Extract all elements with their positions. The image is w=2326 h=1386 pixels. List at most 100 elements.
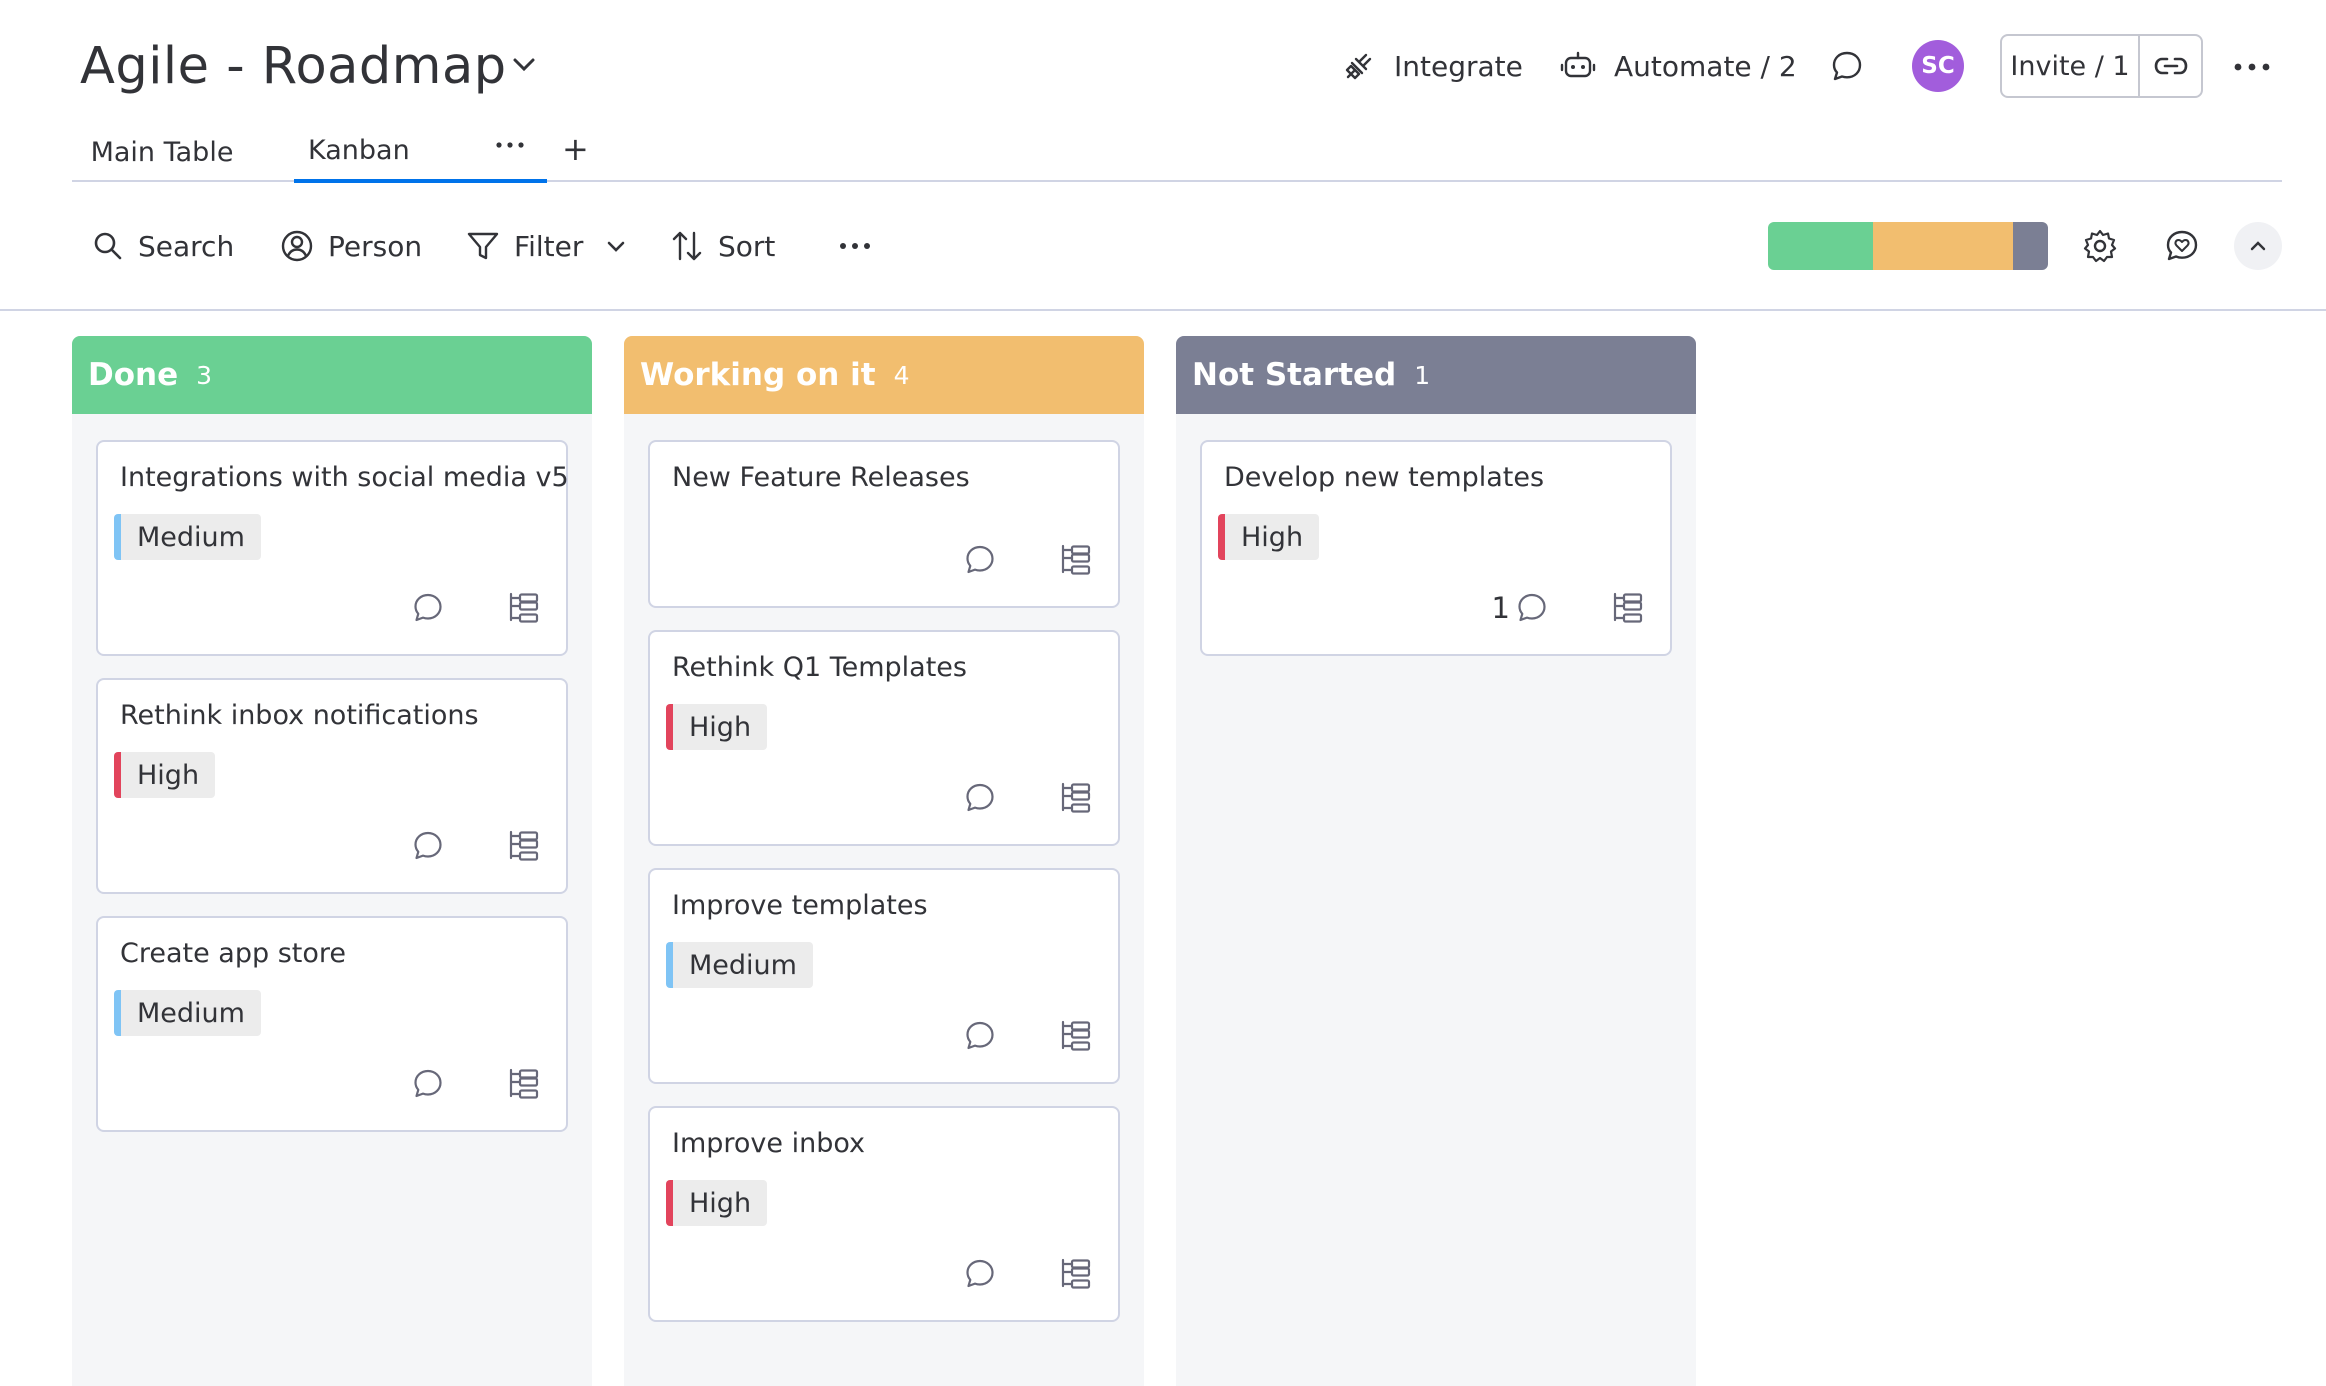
copy-link-button[interactable] <box>2140 36 2201 96</box>
column-header[interactable]: Not Started 1 <box>1176 336 1696 414</box>
card-subitems-button[interactable] <box>506 590 540 626</box>
invite-group: Invite / 1 <box>2000 34 2203 98</box>
automate-label: Automate / 2 <box>1614 49 1797 83</box>
card-comments-button[interactable] <box>410 1066 446 1102</box>
subitems-icon <box>1061 1258 1091 1289</box>
card-comments-button[interactable] <box>962 1256 998 1292</box>
card-actions <box>410 828 540 864</box>
kanban-card[interactable]: Create app store Medium <box>96 916 568 1132</box>
collapse-button[interactable] <box>2234 222 2282 270</box>
board-title[interactable]: Agile - Roadmap <box>80 30 507 102</box>
priority-tag[interactable]: High <box>114 752 216 798</box>
column-header[interactable]: Working on it 4 <box>624 336 1144 414</box>
status-summary-bar[interactable] <box>1768 222 2048 270</box>
kanban-card[interactable]: Improve templates Medium <box>648 868 1120 1084</box>
card-actions <box>962 542 1092 578</box>
card-subitems-button[interactable] <box>1058 1256 1092 1292</box>
search-label: Search <box>138 229 235 263</box>
column-title: Done <box>88 357 179 393</box>
search-button[interactable]: Search <box>92 216 234 276</box>
integrate-label: Integrate <box>1394 49 1523 83</box>
filter-label: Filter <box>514 229 584 263</box>
toolbar-more-icon[interactable] <box>838 216 886 276</box>
subitems-icon <box>509 592 539 623</box>
link-icon <box>2154 57 2187 75</box>
column-header[interactable]: Done 3 <box>72 336 592 414</box>
card-title: Improve templates <box>672 890 928 921</box>
card-actions <box>410 1066 540 1102</box>
column-count: 1 <box>1414 360 1431 390</box>
heart-chat-icon <box>2166 230 2198 261</box>
kanban-card[interactable]: Integrations with social media v5 Medium <box>96 440 569 656</box>
card-comments-button[interactable] <box>962 542 998 578</box>
column-title: Working on it <box>640 357 876 393</box>
tab-main-table[interactable]: Main Table <box>91 122 234 182</box>
avatar[interactable]: SC <box>1912 40 1964 92</box>
card-subitems-button[interactable] <box>1610 590 1644 626</box>
board-title-dropdown-icon[interactable] <box>510 50 538 78</box>
priority-tag[interactable]: High <box>666 1180 768 1226</box>
card-title: Improve inbox <box>672 1128 866 1159</box>
board-more-icon[interactable] <box>2232 52 2272 82</box>
subitems-icon <box>509 830 539 861</box>
invite-button[interactable]: Invite / 1 <box>2002 36 2140 96</box>
person-filter-button[interactable]: Person <box>280 216 422 276</box>
priority-tag[interactable]: High <box>1218 514 1320 560</box>
filter-dropdown-icon[interactable] <box>604 216 642 276</box>
kanban-card[interactable]: Rethink inbox notifications High <box>96 678 568 894</box>
add-view-button[interactable]: + <box>562 130 589 168</box>
chat-bubble-icon <box>414 1069 442 1098</box>
card-comments-button[interactable] <box>410 828 446 864</box>
column-count: 4 <box>893 360 910 390</box>
updates-button[interactable] <box>1830 38 1882 94</box>
priority-tag[interactable]: Medium <box>114 514 261 560</box>
card-subitems-button[interactable] <box>1058 1018 1092 1054</box>
card-comments-button[interactable]: 1 <box>1492 590 1550 626</box>
card-comments-button[interactable] <box>410 590 446 626</box>
integrate-button[interactable]: Integrate <box>1342 38 1523 94</box>
card-comments-button[interactable] <box>962 780 998 816</box>
kanban-column: Not Started 1 Develop new templates High 1 <box>1176 336 1696 1386</box>
priority-tag[interactable]: Medium <box>114 990 261 1036</box>
chat-bubble-icon <box>966 783 994 812</box>
card-comments-button[interactable] <box>962 1018 998 1054</box>
card-actions <box>962 780 1092 816</box>
card-subitems-button[interactable] <box>506 1066 540 1102</box>
card-actions <box>962 1256 1092 1292</box>
kanban-board: Done 3 Integrations with social media v5 Me… <box>0 311 2326 1386</box>
kanban-card[interactable]: New Feature Releases <box>648 440 1120 608</box>
automate-button[interactable]: Automate / 2 <box>1560 38 1797 94</box>
card-subitems-button[interactable] <box>1058 780 1092 816</box>
priority-tag[interactable]: Medium <box>666 942 813 988</box>
status-summary-segment <box>1768 222 1873 270</box>
chat-bubble-icon <box>966 1259 994 1288</box>
sort-button[interactable]: Sort <box>670 216 775 276</box>
card-title: Rethink inbox notifications <box>120 700 479 731</box>
priority-tag[interactable]: High <box>666 704 768 750</box>
kanban-column: Working on it 4 New Feature Releases Rethin… <box>624 336 1144 1386</box>
feedback-button[interactable] <box>2164 216 2214 276</box>
column-count: 3 <box>196 360 213 390</box>
tab-options-icon[interactable] <box>494 135 526 155</box>
robot-icon <box>1560 51 1596 78</box>
kanban-card[interactable]: Improve inbox High <box>648 1106 1120 1322</box>
settings-button[interactable] <box>2082 216 2132 276</box>
card-title: Create app store <box>120 938 346 969</box>
kanban-card[interactable]: Rethink Q1 Templates High <box>648 630 1120 846</box>
sort-icon <box>672 231 702 261</box>
view-tabs: Main Table Kanban + <box>72 122 2282 183</box>
card-actions <box>410 590 540 626</box>
sort-label: Sort <box>718 229 776 263</box>
chat-bubble-icon <box>966 545 994 574</box>
person-icon <box>281 230 313 262</box>
card-subitems-button[interactable] <box>506 828 540 864</box>
card-actions <box>962 1018 1092 1054</box>
gear-icon <box>2083 229 2117 263</box>
kanban-card[interactable]: Develop new templates High 1 <box>1200 440 1672 656</box>
card-subitems-button[interactable] <box>1058 542 1092 578</box>
card-title: New Feature Releases <box>672 462 970 493</box>
filter-button[interactable]: Filter <box>466 216 583 276</box>
subitems-icon <box>509 1068 539 1099</box>
kanban-column: Done 3 Integrations with social media v5 Me… <box>72 336 592 1386</box>
status-summary-segment <box>1873 222 2013 270</box>
